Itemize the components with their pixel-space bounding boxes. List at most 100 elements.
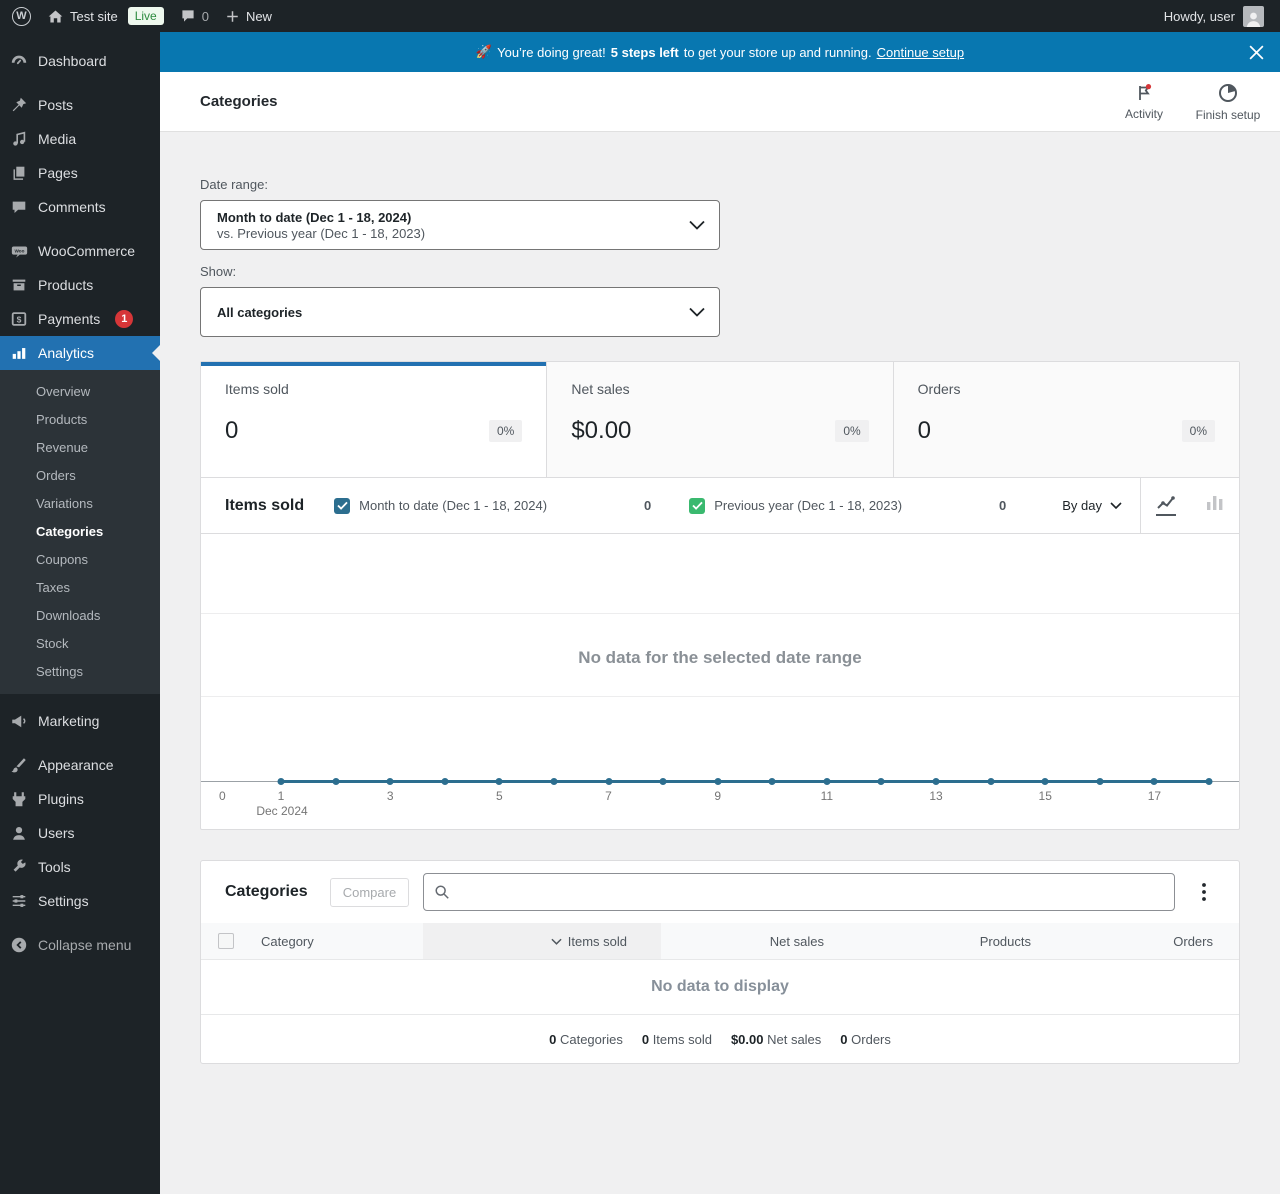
sidebar-item-plugins[interactable]: Plugins [0, 782, 160, 816]
column-header-net-sales[interactable]: Net sales [661, 923, 861, 959]
summary-tile-orders[interactable]: Orders 0 0% [892, 362, 1239, 477]
line-chart-button[interactable] [1141, 478, 1190, 533]
date-range-label: Date range: [200, 177, 268, 192]
wp-logo-menu[interactable]: W [4, 0, 39, 32]
chart-empty-message: No data for the selected date range [578, 647, 862, 667]
sidebar-subitem-products[interactable]: Products [0, 406, 160, 434]
column-header-orders[interactable]: Orders [1061, 923, 1239, 959]
data-point-day-17[interactable] [1150, 778, 1158, 785]
sidebar-item-dashboard[interactable]: Dashboard [0, 44, 160, 78]
sidebar-item-analytics[interactable]: Analytics [0, 336, 160, 370]
tile-delta-badge: 0% [835, 420, 869, 442]
new-menu[interactable]: New [217, 0, 280, 32]
checkbox-checked-icon[interactable] [689, 497, 706, 514]
data-point-day-2[interactable] [332, 778, 340, 785]
column-label: Net sales [769, 933, 824, 949]
legend-item-month-to-date-dec-1-18-2024[interactable]: Month to date (Dec 1 - 18, 2024) 0 [334, 478, 689, 533]
ellipsis-menu-icon[interactable] [1193, 883, 1215, 901]
sidebar-item-collapse-menu[interactable]: Collapse menu [0, 928, 160, 962]
data-point-day-1[interactable] [277, 778, 285, 785]
new-label: New [245, 8, 272, 24]
flag-icon [1134, 83, 1154, 103]
sidebar-item-label: Users [38, 825, 75, 841]
sidebar-item-comments[interactable]: Comments [0, 190, 160, 224]
date-range-select[interactable]: Month to date (Dec 1 - 18, 2024) vs. Pre… [200, 200, 720, 250]
svg-text:Woo: Woo [14, 249, 24, 254]
summary-tile-items-sold[interactable]: Items sold 0 0% [201, 362, 547, 477]
site-menu[interactable]: Test site Live [39, 0, 172, 32]
sidebar-item-users[interactable]: Users [0, 816, 160, 850]
sidebar-item-products[interactable]: Products [0, 268, 160, 302]
comment-bubble-icon [180, 8, 196, 24]
tile-value: $0.00 [571, 417, 632, 444]
sidebar-subitem-overview[interactable]: Overview [0, 378, 160, 406]
legend-item-previous-year-dec-1-18-2023[interactable]: Previous year (Dec 1 - 18, 2023) 0 [689, 478, 1044, 533]
table-summary-row: 0 Categories 0 Items sold $0.00 Net sales 0… [201, 1015, 1239, 1063]
summary-tile-net-sales[interactable]: Net sales $0.00 0% [546, 362, 893, 477]
x-tick-label: 13 [929, 789, 943, 803]
data-point-day-16[interactable] [1096, 778, 1104, 785]
compare-button[interactable]: Compare [329, 877, 410, 907]
sidebar-subitem-downloads[interactable]: Downloads [0, 602, 160, 630]
sidebar-item-tools[interactable]: Tools [0, 850, 160, 884]
howdy-text[interactable]: Howdy, user [1164, 9, 1235, 24]
data-point-day-12[interactable] [877, 778, 885, 785]
sidebar-subitem-variations[interactable]: Variations [0, 490, 160, 518]
data-point-day-18[interactable] [1205, 778, 1213, 785]
avatar[interactable] [1243, 5, 1264, 27]
sidebar-item-label: Posts [38, 97, 74, 113]
finish-setup-button[interactable]: Finish setup [1186, 72, 1270, 131]
column-header-items-sold[interactable]: Items sold [423, 923, 661, 959]
bar-chart-button[interactable] [1190, 478, 1239, 533]
column-header-products[interactable]: Products [861, 923, 1061, 959]
sidebar-subitem-settings[interactable]: Settings [0, 658, 160, 686]
select-all-checkbox[interactable] [218, 933, 234, 949]
plugins-icon [9, 789, 29, 809]
sidebar-item-label: Comments [38, 199, 106, 215]
sidebar-subitem-stock[interactable]: Stock [0, 630, 160, 658]
show-select[interactable]: All categories [200, 287, 720, 337]
table-search[interactable] [423, 873, 1175, 911]
chart-title: Items sold [225, 496, 305, 514]
series-line [281, 780, 1209, 783]
data-point-day-10[interactable] [768, 778, 776, 785]
data-point-day-3[interactable] [386, 778, 394, 785]
comments-menu[interactable]: 0 [172, 0, 217, 32]
sidebar-item-pages[interactable]: Pages [0, 156, 160, 190]
search-icon [434, 884, 450, 900]
activity-button[interactable]: Activity [1102, 72, 1186, 131]
data-point-day-9[interactable] [714, 778, 722, 785]
data-point-day-6[interactable] [550, 778, 558, 785]
sidebar-subitem-orders[interactable]: Orders [0, 462, 160, 490]
data-point-day-4[interactable] [441, 778, 449, 785]
summary-orders: 0 Orders [840, 1031, 891, 1047]
sidebar-item-label: Pages [38, 165, 78, 181]
column-label: Category [261, 933, 314, 949]
checkbox-checked-icon[interactable] [334, 497, 351, 514]
legend-label: Previous year (Dec 1 - 18, 2023) [714, 498, 903, 513]
continue-setup-link[interactable]: Continue setup [877, 45, 964, 60]
sidebar-item-appearance[interactable]: Appearance [0, 748, 160, 782]
data-point-day-14[interactable] [987, 778, 995, 785]
search-input[interactable] [457, 883, 1164, 901]
column-header-category[interactable]: Category [251, 923, 423, 959]
data-point-day-13[interactable] [932, 778, 940, 785]
close-icon[interactable] [1244, 40, 1268, 64]
sidebar-subitem-taxes[interactable]: Taxes [0, 574, 160, 602]
sidebar-item-woocommerce[interactable]: Woo WooCommerce [0, 234, 160, 268]
data-point-day-7[interactable] [605, 778, 613, 785]
sidebar-item-settings[interactable]: Settings [0, 884, 160, 918]
sidebar-subitem-coupons[interactable]: Coupons [0, 546, 160, 574]
sidebar-item-media[interactable]: Media [0, 122, 160, 156]
data-point-day-15[interactable] [1041, 778, 1049, 785]
site-name: Test site [70, 8, 118, 24]
sidebar-item-payments[interactable]: $ Payments 1 [0, 302, 160, 336]
sidebar-item-marketing[interactable]: Marketing [0, 704, 160, 738]
interval-select[interactable]: By day [1044, 478, 1140, 533]
sidebar-subitem-categories[interactable]: Categories [0, 518, 160, 546]
sidebar-item-posts[interactable]: Posts [0, 88, 160, 122]
data-point-day-11[interactable] [823, 778, 831, 785]
data-point-day-8[interactable] [659, 778, 667, 785]
sidebar-subitem-revenue[interactable]: Revenue [0, 434, 160, 462]
data-point-day-5[interactable] [495, 778, 503, 785]
